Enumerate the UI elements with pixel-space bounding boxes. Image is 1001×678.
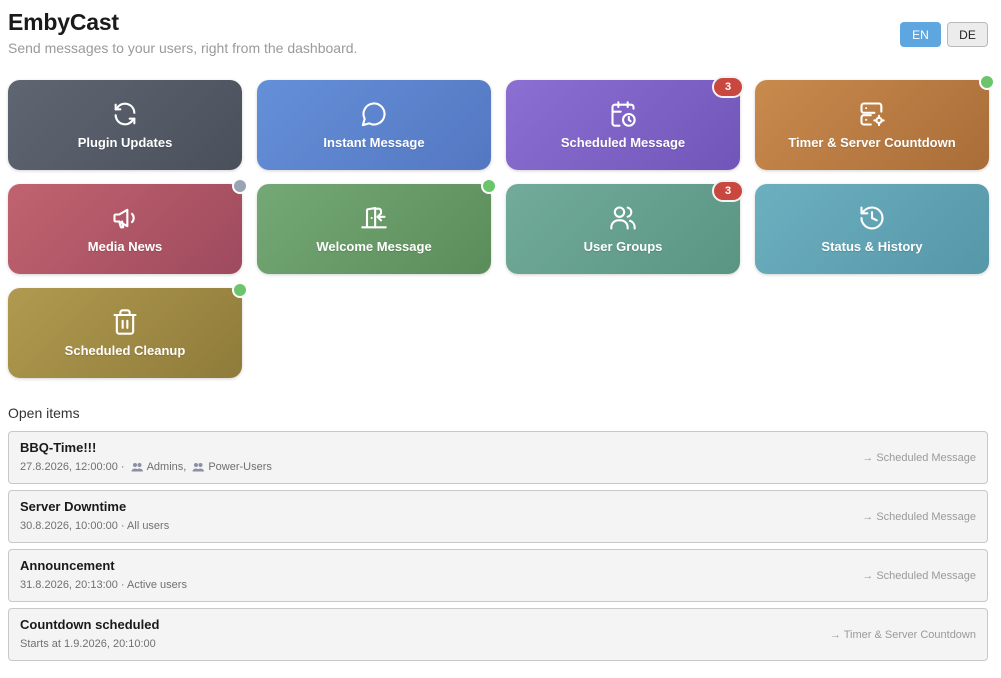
group-tag: Admins, <box>125 461 187 473</box>
tile-label: Scheduled Cleanup <box>64 343 186 358</box>
tile-welcome-message[interactable]: Welcome Message <box>257 178 497 274</box>
group-name: Admins, <box>146 461 187 473</box>
server-gear-icon <box>860 102 885 127</box>
item-title: Announcement <box>20 558 115 573</box>
trash-icon <box>113 309 137 335</box>
megaphone-icon <box>113 208 135 229</box>
tile-plugin-updates[interactable]: Plugin Updates <box>8 80 242 170</box>
tile-scheduled-message[interactable]: Scheduled Message 3 <box>506 76 744 170</box>
list-item[interactable]: Announcement 31.8.2026, 20:13:00 · Activ… <box>8 549 988 602</box>
open-items-heading: Open items <box>8 405 80 421</box>
group-icon <box>192 463 205 472</box>
tile-status-history[interactable]: Status & History <box>755 184 989 274</box>
status-dot <box>232 282 248 298</box>
language-switcher: EN DE <box>900 22 988 47</box>
item-target-link[interactable]: → Scheduled Message <box>862 452 976 464</box>
chat-bubble-icon <box>361 102 386 127</box>
group-name: Power-Users <box>208 461 272 473</box>
app-subtitle: Send messages to your users, right from … <box>8 40 358 56</box>
item-datetime: 27.8.2026, 12:00:00 · <box>20 461 125 473</box>
list-item[interactable]: Server Downtime 30.8.2026, 10:00:00 · Al… <box>8 490 988 543</box>
tile-label: Media News <box>87 239 163 254</box>
item-title: Server Downtime <box>20 499 127 514</box>
tile-scheduled-cleanup[interactable]: Scheduled Cleanup <box>8 282 248 378</box>
tile-label: Scheduled Message <box>560 135 686 150</box>
tile-label: Instant Message <box>323 135 425 150</box>
tile-label: Timer & Server Countdown <box>788 135 956 150</box>
tile-label: Welcome Message <box>316 239 432 254</box>
history-icon <box>860 206 884 230</box>
item-meta: 27.8.2026, 12:00:00 · Admins, Power-User… <box>20 461 976 473</box>
tile-timer-server-countdown[interactable]: Timer & Server Countdown <box>755 74 995 170</box>
status-dot <box>232 178 248 194</box>
item-target-link[interactable]: → Scheduled Message <box>862 511 976 523</box>
tile-label: Status & History <box>821 239 923 254</box>
item-title: BBQ-Time!!! <box>20 440 97 455</box>
tile-user-groups[interactable]: User Groups 3 <box>506 180 744 274</box>
tile-media-news[interactable]: Media News <box>8 178 248 274</box>
users-icon <box>610 206 636 230</box>
calendar-clock-icon <box>611 101 636 127</box>
door-enter-icon <box>361 207 387 229</box>
status-dot <box>481 178 497 194</box>
item-target-link[interactable]: → Scheduled Message <box>862 570 976 582</box>
feature-tiles: Plugin Updates Instant Message Scheduled… <box>8 74 995 378</box>
tile-label: Plugin Updates <box>77 135 173 150</box>
refresh-icon <box>114 102 136 126</box>
item-meta: 30.8.2026, 10:00:00 · All users <box>20 520 170 532</box>
group-icon <box>131 463 143 472</box>
language-de-button[interactable]: DE <box>947 22 988 47</box>
group-tag: Power-Users <box>186 461 272 473</box>
count-badge: 3 <box>712 76 744 98</box>
list-item[interactable]: BBQ-Time!!! 27.8.2026, 12:00:00 · Admins… <box>8 431 988 484</box>
open-items-list: BBQ-Time!!! 27.8.2026, 12:00:00 · Admins… <box>8 431 988 667</box>
status-dot <box>979 74 995 90</box>
item-target-link[interactable]: → Timer & Server Countdown <box>830 629 976 641</box>
language-en-button[interactable]: EN <box>900 22 941 47</box>
item-meta: 31.8.2026, 20:13:00 · Active users <box>20 579 187 591</box>
tile-label: User Groups <box>583 239 663 254</box>
app-title: EmbyCast <box>8 9 119 35</box>
list-item[interactable]: Countdown scheduled Starts at 1.9.2026, … <box>8 608 988 661</box>
header: EmbyCast Send messages to your users, ri… <box>8 8 357 56</box>
tile-instant-message[interactable]: Instant Message <box>257 80 491 170</box>
count-badge: 3 <box>712 180 744 202</box>
